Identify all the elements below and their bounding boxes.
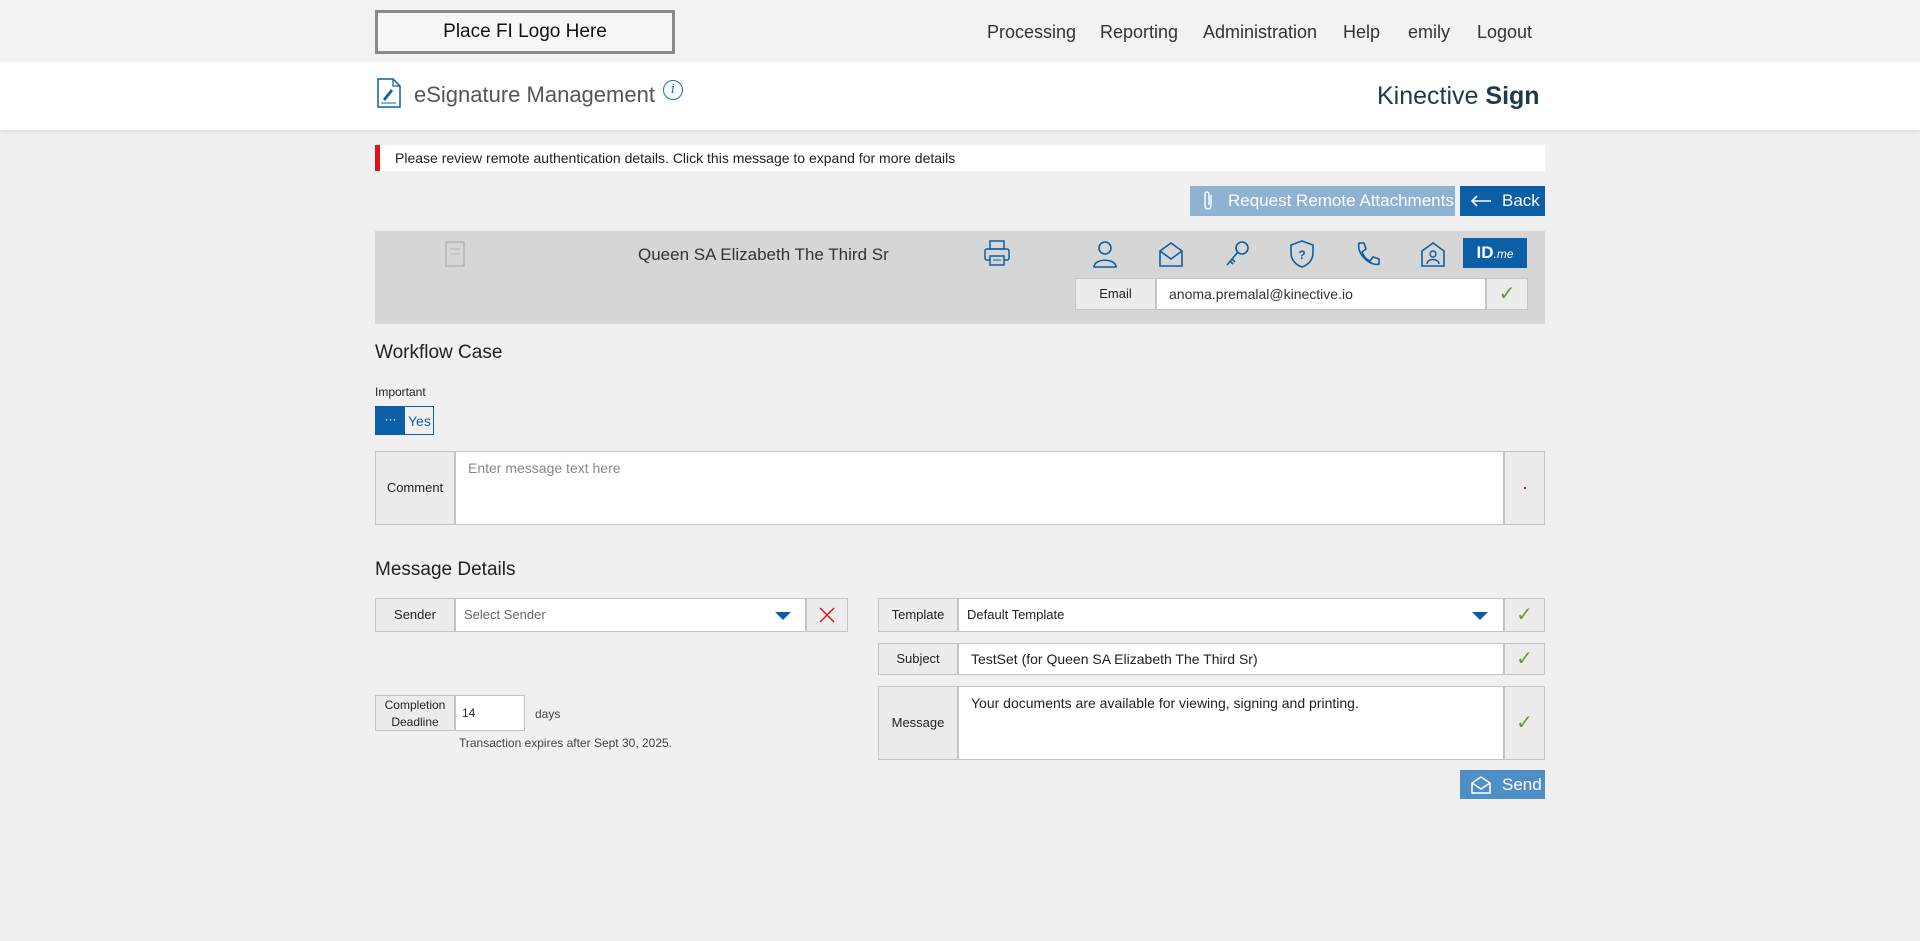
sender-label: Sender xyxy=(375,598,455,632)
nav-help[interactable]: Help xyxy=(1343,22,1380,43)
close-icon xyxy=(819,607,835,623)
important-label: Important xyxy=(375,385,426,399)
idme-button[interactable]: ID.me xyxy=(1463,238,1527,268)
sender-select[interactable]: Select Sender xyxy=(455,598,806,632)
page-header: eSignature Management i Kinective Sign xyxy=(0,62,1920,130)
message-label: Message xyxy=(878,686,958,760)
days-label: days xyxy=(535,707,561,721)
back-button[interactable]: Back xyxy=(1460,186,1545,216)
document-icon xyxy=(445,241,465,267)
message-check-icon: ✓ xyxy=(1504,686,1545,760)
subject-label: Subject xyxy=(878,643,958,675)
top-navigation-bar: Place FI Logo Here Processing Reporting … xyxy=(0,0,1920,62)
email-field[interactable]: anoma.premalal@kinective.io xyxy=(1156,278,1486,310)
template-label: Template xyxy=(878,598,958,632)
nav-processing[interactable]: Processing xyxy=(987,22,1076,43)
chevron-down-icon xyxy=(1472,612,1488,620)
signer-panel: Queen SA Elizabeth The Third Sr ? ID.me … xyxy=(375,231,1545,324)
paperclip-icon xyxy=(1204,191,1212,210)
info-icon[interactable]: i xyxy=(663,80,683,100)
esignature-document-icon xyxy=(377,78,401,108)
svg-text:?: ? xyxy=(1298,248,1305,262)
arrow-left-icon xyxy=(1470,195,1491,207)
deadline-days-input[interactable]: 14 xyxy=(455,695,525,731)
subject-field[interactable]: TestSet (for Queen SA Elizabeth The Thir… xyxy=(958,643,1504,675)
email-check-icon[interactable]: ✓ xyxy=(1486,278,1528,310)
phone-icon[interactable] xyxy=(1352,239,1382,269)
template-check-icon: ✓ xyxy=(1504,598,1545,632)
nav-user[interactable]: emily xyxy=(1408,22,1450,43)
subject-check-icon: ✓ xyxy=(1504,643,1545,675)
comment-label: Comment xyxy=(375,451,455,525)
nav-logout[interactable]: Logout xyxy=(1477,22,1532,43)
envelope-icon[interactable] xyxy=(1156,239,1186,269)
completion-deadline-label: Completion Deadline xyxy=(375,695,455,731)
deadline-label-line-1: Completion xyxy=(384,698,446,712)
comment-required-indicator xyxy=(1504,451,1545,525)
chevron-down-icon xyxy=(775,612,791,620)
important-toggle[interactable]: ··· Yes xyxy=(375,406,434,435)
email-label: Email xyxy=(1075,278,1156,310)
key-icon[interactable] xyxy=(1222,239,1252,269)
person-icon[interactable] xyxy=(1090,239,1120,269)
printer-icon[interactable] xyxy=(983,239,1011,267)
nav-reporting[interactable]: Reporting xyxy=(1100,22,1178,43)
message-details-heading: Message Details xyxy=(375,559,516,580)
authentication-alert[interactable]: Please review remote authentication deta… xyxy=(375,145,1545,171)
nav-administration[interactable]: Administration xyxy=(1203,22,1317,43)
brand-logo: Kinective Sign xyxy=(1377,82,1540,110)
sender-select-value: Select Sender xyxy=(464,607,546,622)
expiry-note: Transaction expires after Sept 30, 2025. xyxy=(459,736,673,750)
comment-field[interactable]: Enter message text here xyxy=(455,451,1504,525)
important-value: Yes xyxy=(408,413,431,429)
workflow-case-heading: Workflow Case xyxy=(375,342,503,363)
clear-sender-button[interactable] xyxy=(806,598,848,632)
id-card-icon[interactable] xyxy=(1418,239,1448,269)
template-select[interactable]: Default Template xyxy=(958,598,1504,632)
request-remote-attachments-button[interactable]: Request Remote Attachments xyxy=(1190,186,1455,216)
send-envelope-icon xyxy=(1471,775,1491,794)
deadline-label-line-2: Deadline xyxy=(391,715,439,729)
shield-question-icon[interactable]: ? xyxy=(1287,239,1317,269)
template-select-value: Default Template xyxy=(967,607,1065,622)
message-field[interactable]: Your documents are available for viewing… xyxy=(958,686,1504,760)
signer-name: Queen SA Elizabeth The Third Sr xyxy=(638,245,889,264)
page-title: eSignature Management xyxy=(414,82,655,107)
toggle-knob: ··· xyxy=(376,407,405,434)
fi-logo-placeholder: Place FI Logo Here xyxy=(375,10,675,54)
send-button[interactable]: Send xyxy=(1460,770,1545,799)
